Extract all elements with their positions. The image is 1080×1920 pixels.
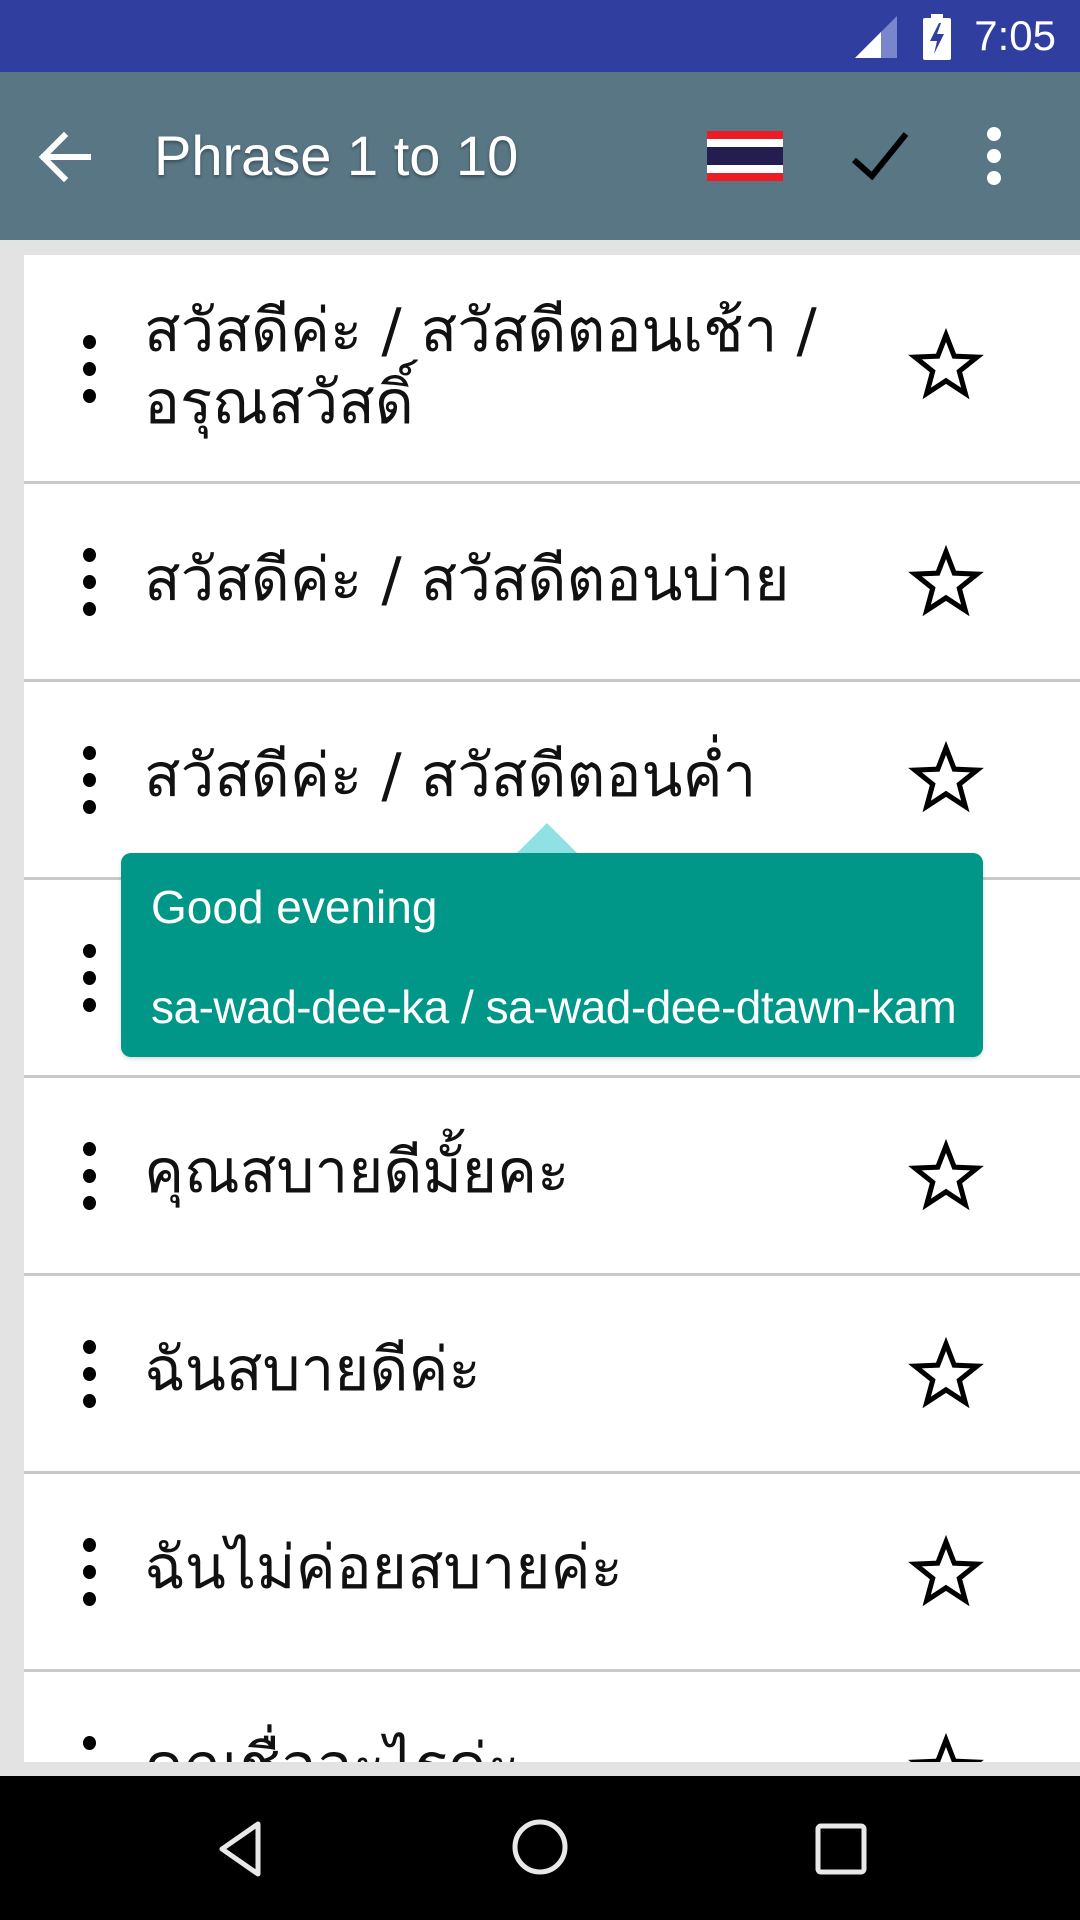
phrase-text: สวัสดีค่ะ / สวัสดีตอนค่ำ: [144, 741, 757, 811]
tooltip-translation: Good evening: [151, 881, 438, 933]
row-more-button[interactable]: [74, 1340, 104, 1410]
phrase-text: ฉันสบายดีค่ะ: [144, 1335, 481, 1405]
row-more-button[interactable]: [74, 335, 104, 405]
star-outline-icon[interactable]: [908, 1138, 984, 1214]
tooltip-arrow: [516, 823, 578, 854]
star-outline-icon[interactable]: [908, 1732, 984, 1762]
nav-home-icon[interactable]: [507, 1814, 573, 1880]
app-toolbar: Phrase 1 to 10: [0, 72, 1080, 240]
phrase-row[interactable]: สวัสดีค่ะ / สวัสดีตอนเช้า / อรุณสวัสดิ์: [24, 255, 1080, 484]
phrase-row[interactable]: ฉันสบายดีค่ะ: [24, 1276, 1080, 1474]
language-flag-button[interactable]: [707, 131, 783, 181]
check-button[interactable]: [840, 116, 920, 196]
row-more-button[interactable]: [74, 548, 104, 618]
status-time: 7:05: [974, 12, 1056, 59]
page-title: Phrase 1 to 10: [154, 124, 519, 187]
check-icon: [852, 132, 909, 181]
star-outline-icon[interactable]: [908, 1534, 984, 1610]
cell-signal-icon: [855, 16, 897, 58]
thailand-flag-icon: [707, 131, 783, 181]
phrase-text: สวัสดีค่ะ / สวัสดีตอนเช้า / อรุณสวัสดิ์: [144, 296, 817, 438]
star-outline-icon[interactable]: [908, 544, 984, 620]
phrase-text: คุณสบายดีมั้ยคะ: [144, 1137, 570, 1207]
more-vert-icon: [987, 127, 1001, 185]
phrase-row[interactable]: คุณสบายดีมั้ยคะ: [24, 1078, 1080, 1276]
row-more-button[interactable]: [74, 1538, 104, 1608]
battery-charging-icon: [923, 14, 951, 60]
row-more-button[interactable]: [74, 1142, 104, 1212]
system-nav-bar: [0, 1776, 1080, 1920]
star-outline-icon[interactable]: [908, 327, 984, 403]
nav-back-icon[interactable]: [208, 1816, 274, 1882]
phrase-text: คุณชื่ออะไรค่ะ: [144, 1730, 880, 1762]
phrase-row[interactable]: ฉันไม่ค่อยสบายค่ะ: [24, 1474, 1080, 1672]
more-options-button[interactable]: [966, 124, 1022, 188]
phrase-text: ฉันไม่ค่อยสบายค่ะ: [144, 1533, 623, 1603]
arrow-back-icon: [38, 131, 91, 183]
phrase-text: สวัสดีค่ะ / สวัสดีตอนบ่าย: [144, 545, 790, 615]
row-more-button[interactable]: [74, 746, 104, 816]
status-bar: 7:05: [0, 0, 1080, 72]
translation-tooltip[interactable]: Good evening sa-wad-dee-ka / sa-wad-dee-…: [121, 853, 983, 1057]
tooltip-romanization: sa-wad-dee-ka / sa-wad-dee-dtawn-kam: [151, 981, 957, 1033]
nav-recents-icon[interactable]: [808, 1816, 874, 1882]
star-outline-icon[interactable]: [908, 740, 984, 816]
back-button[interactable]: [30, 122, 100, 192]
star-outline-icon[interactable]: [908, 1336, 984, 1412]
row-more-button[interactable]: [74, 944, 104, 1014]
phrase-row[interactable]: คุณชื่ออะไรค่ะ: [24, 1672, 1080, 1762]
phrase-row[interactable]: สวัสดีค่ะ / สวัสดีตอนบ่าย: [24, 484, 1080, 682]
row-more-button[interactable]: [74, 1736, 104, 1762]
